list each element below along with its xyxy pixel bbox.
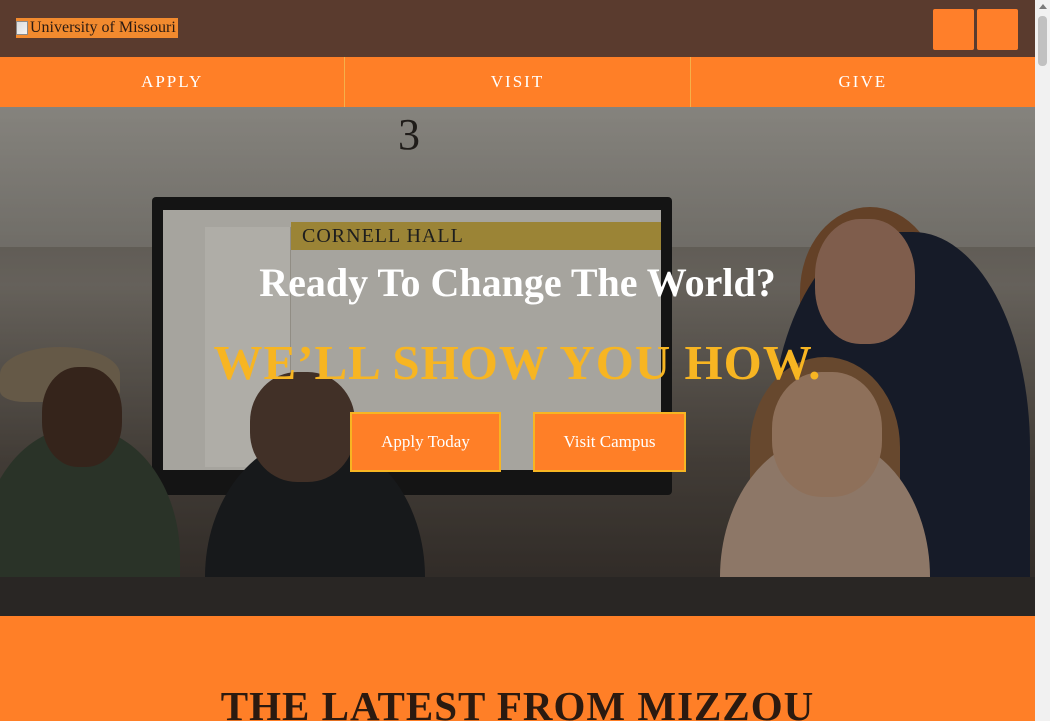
- scroll-up-arrow-icon[interactable]: [1039, 4, 1047, 9]
- scroll-thumb[interactable]: [1038, 16, 1047, 66]
- page-scrollbar[interactable]: [1035, 0, 1050, 721]
- search-button[interactable]: [933, 9, 974, 50]
- hero-subtitle: WE’LL SHOW YOU HOW.: [213, 335, 822, 390]
- logo-alt-text: University of Missouri: [30, 19, 176, 36]
- site-header: University of Missouri: [0, 0, 1035, 57]
- visit-campus-button[interactable]: Visit Campus: [533, 412, 686, 472]
- nav-visit[interactable]: VISIT: [345, 57, 691, 107]
- latest-title: THE LATEST FROM MIZZOU: [220, 683, 815, 721]
- broken-image-icon: [16, 21, 28, 35]
- university-logo-link[interactable]: University of Missouri: [16, 18, 178, 38]
- apply-today-button[interactable]: Apply Today: [350, 412, 501, 472]
- latest-section: THE LATEST FROM MIZZOU: [0, 616, 1035, 721]
- hero-content: Ready To Change The World? WE’LL SHOW YO…: [0, 107, 1035, 616]
- nav-give[interactable]: GIVE: [691, 57, 1035, 107]
- primary-nav: APPLY VISIT GIVE: [0, 57, 1035, 107]
- menu-button[interactable]: [977, 9, 1018, 50]
- page: University of Missouri APPLY VISIT GIVE …: [0, 0, 1035, 721]
- nav-apply[interactable]: APPLY: [0, 57, 346, 107]
- hero-title: Ready To Change The World?: [259, 260, 776, 305]
